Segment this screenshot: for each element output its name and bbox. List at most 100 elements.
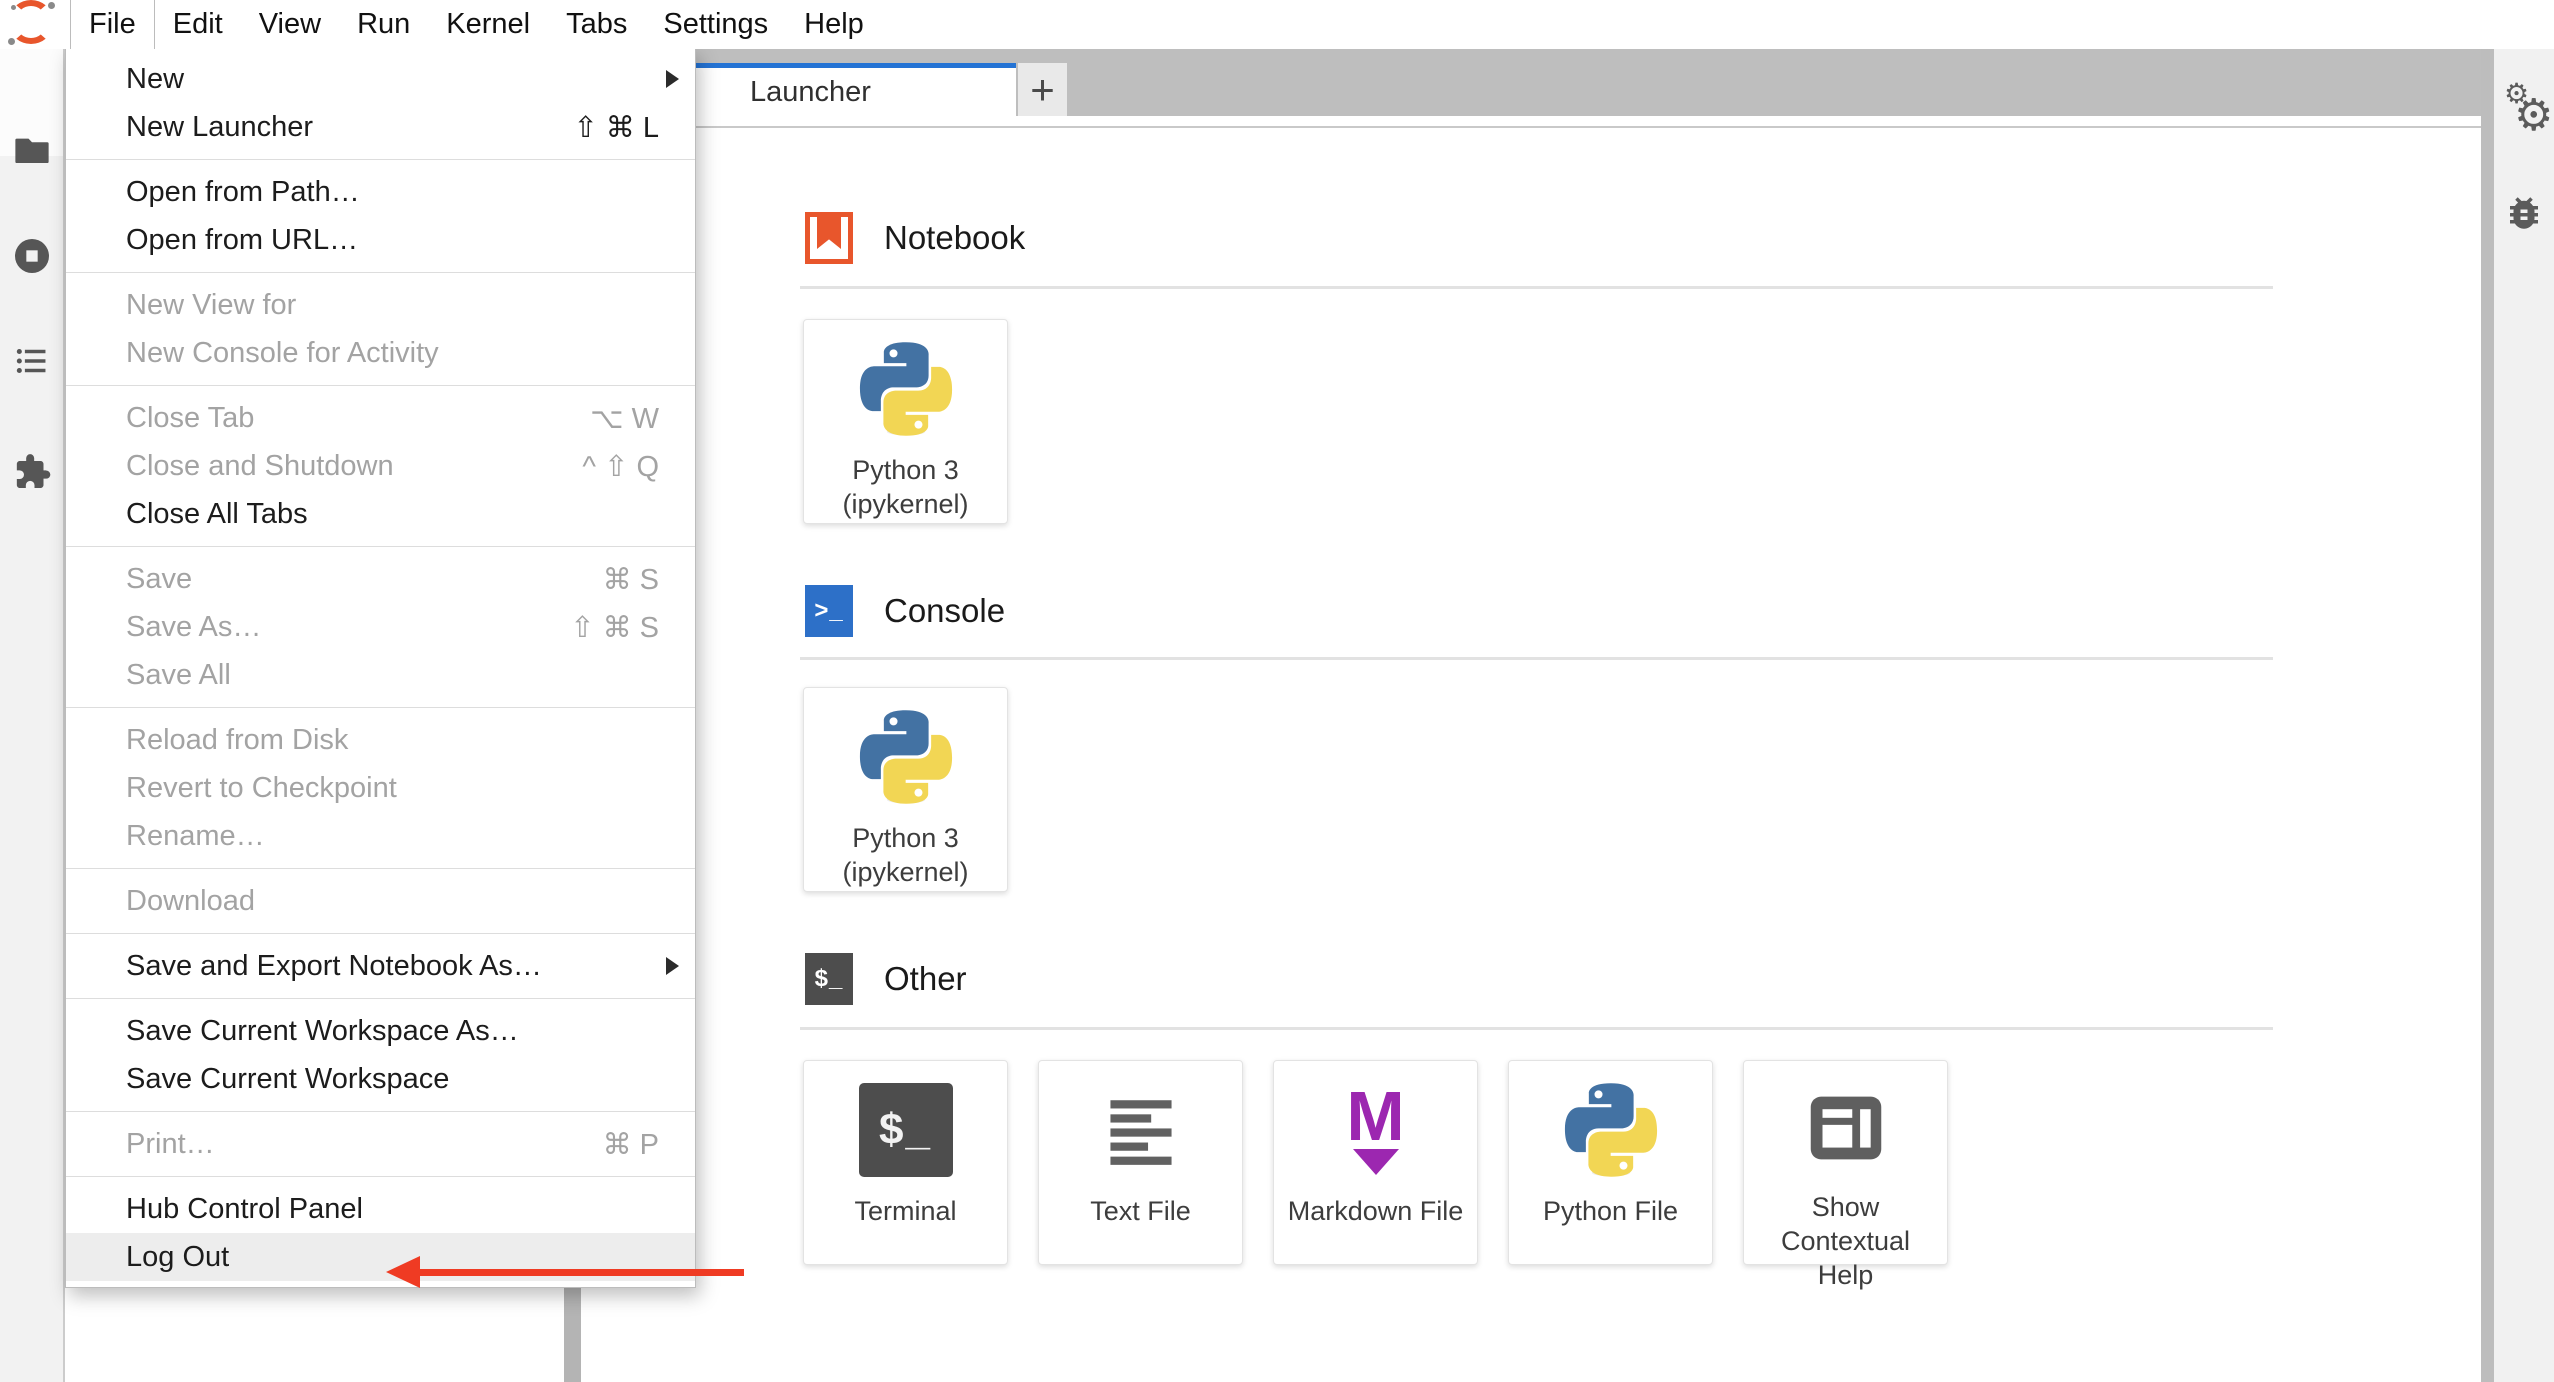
menu-item-close-tab[interactable]: Close Tab⌥ W: [66, 394, 695, 442]
running-kernels-icon: [12, 236, 52, 281]
menu-divider: [66, 272, 695, 273]
right-sidebar: ⚙⚙: [2494, 49, 2554, 1382]
other-icon: $_: [805, 953, 853, 1005]
menu-item-save-and-export-notebook-as[interactable]: Save and Export Notebook As…: [66, 942, 695, 990]
menu-item-open-from-url[interactable]: Open from URL…: [66, 216, 695, 264]
menu-divider: [66, 546, 695, 547]
menu-item-new[interactable]: New: [66, 55, 695, 103]
jupyter-logo-dot: [8, 38, 15, 45]
text-file-icon: [1094, 1081, 1188, 1179]
menu-item-label: Save Current Workspace: [126, 1063, 659, 1096]
sidebar-button-table-of-contents[interactable]: [0, 328, 63, 398]
launcher-card-python-file[interactable]: Python File: [1508, 1060, 1713, 1265]
launcher-card-label: Python 3 (ipykernel): [811, 822, 1001, 890]
menu-divider: [66, 868, 695, 869]
property-inspector-icon: ⚙⚙: [2496, 80, 2552, 140]
table-of-contents-icon: [13, 342, 51, 385]
launcher-card-python-3-ipykernel[interactable]: Python 3 (ipykernel): [803, 687, 1008, 892]
menu-item-label: Open from URL…: [126, 224, 659, 257]
menu-item-label: Hub Control Panel: [126, 1193, 659, 1226]
menu-item-label: Save All: [126, 659, 659, 692]
section-title-notebook: Notebook: [884, 218, 1025, 258]
menu-item-label: Save As…: [126, 611, 570, 644]
menu-item-new-launcher[interactable]: New Launcher⇧ ⌘ L: [66, 103, 695, 151]
tab-launcher-label: Launcher: [750, 76, 871, 109]
launcher-card-terminal[interactable]: $_Terminal: [803, 1060, 1008, 1265]
menu-item-label: New View for: [126, 289, 659, 322]
jupyter-logo-dot: [48, 2, 55, 9]
menubar-item-kernel[interactable]: Kernel: [428, 0, 548, 49]
submenu-arrow-icon: [666, 70, 679, 88]
menu-item-new-console-for-activity[interactable]: New Console for Activity: [66, 329, 695, 377]
menubar-item-help[interactable]: Help: [786, 0, 882, 49]
menu-divider: [66, 159, 695, 160]
menu-item-save-current-workspace[interactable]: Save Current Workspace: [66, 1055, 695, 1103]
sidebar-button-folder[interactable]: [0, 118, 63, 188]
menu-item-label: Download: [126, 885, 659, 918]
menu-item-close-and-shutdown[interactable]: Close and Shutdown^ ⇧ Q: [66, 442, 695, 490]
menu-item-print[interactable]: Print…⌘ P: [66, 1120, 695, 1168]
sidebar-button-debugger[interactable]: [2494, 180, 2554, 250]
menu-item-shortcut: ⌘ S: [603, 562, 659, 597]
menu-item-rename[interactable]: Rename…: [66, 812, 695, 860]
terminal-icon: $_: [859, 1081, 953, 1179]
menu-item-label: New Console for Activity: [126, 337, 659, 370]
section-divider: [800, 286, 2273, 289]
menubar-item-run[interactable]: Run: [339, 0, 428, 49]
menu-item-label: Close All Tabs: [126, 498, 659, 531]
sidebar-button-running-kernels[interactable]: [0, 223, 63, 293]
launcher-card-label: Text File: [1090, 1195, 1191, 1229]
menu-item-close-all-tabs[interactable]: Close All Tabs: [66, 490, 695, 538]
menu-item-shortcut: ⇧ ⌘ S: [570, 610, 659, 645]
folder-icon: [13, 132, 51, 175]
launcher-card-label: Python File: [1543, 1195, 1678, 1229]
section-divider: [800, 657, 2273, 660]
menubar: FileEditViewRunKernelTabsSettingsHelp: [0, 0, 2554, 49]
menu-item-open-from-path[interactable]: Open from Path…: [66, 168, 695, 216]
menu-item-label: Close and Shutdown: [126, 450, 582, 483]
menu-item-label: Save and Export Notebook As…: [126, 950, 659, 983]
submenu-arrow-icon: [666, 957, 679, 975]
menu-item-shortcut: ⌘ P: [603, 1127, 659, 1162]
left-sidebar: [0, 49, 65, 1382]
jupyter-logo: [0, 0, 70, 49]
annotation-arrow-head: [386, 1256, 420, 1288]
contextual-help-icon: [1799, 1081, 1893, 1175]
menu-item-hub-control-panel[interactable]: Hub Control Panel: [66, 1185, 695, 1233]
launcher-card-text-file[interactable]: Text File: [1038, 1060, 1243, 1265]
menu-item-revert-to-checkpoint[interactable]: Revert to Checkpoint: [66, 764, 695, 812]
launcher-card-markdown-file[interactable]: M Markdown File: [1273, 1060, 1478, 1265]
menu-item-save[interactable]: Save⌘ S: [66, 555, 695, 603]
launcher-card-label: Markdown File: [1288, 1195, 1464, 1229]
menu-item-save-current-workspace-as[interactable]: Save Current Workspace As…: [66, 1007, 695, 1055]
menu-item-reload-from-disk[interactable]: Reload from Disk: [66, 716, 695, 764]
menubar-item-file[interactable]: File: [70, 0, 155, 49]
menu-item-save-as[interactable]: Save As…⇧ ⌘ S: [66, 603, 695, 651]
menu-item-label: Reload from Disk: [126, 724, 659, 757]
menu-divider: [66, 1111, 695, 1112]
section-title-other: Other: [884, 959, 967, 999]
menu-item-label: Save: [126, 563, 603, 596]
menu-item-shortcut: ⌥ W: [590, 401, 659, 436]
sidebar-button-property-inspector[interactable]: ⚙⚙: [2494, 75, 2554, 145]
menubar-item-tabs[interactable]: Tabs: [548, 0, 645, 49]
new-tab-button[interactable]: +: [1018, 63, 1067, 116]
menu-item-new-view-for[interactable]: New View for: [66, 281, 695, 329]
markdown-icon: M: [1329, 1081, 1423, 1179]
menu-divider: [66, 385, 695, 386]
annotation-arrow-line: [408, 1269, 744, 1276]
menu-item-download[interactable]: Download: [66, 877, 695, 925]
menubar-item-view[interactable]: View: [241, 0, 339, 49]
launcher-card-label: Show Contextual Help: [1751, 1191, 1941, 1292]
menu-divider: [66, 1176, 695, 1177]
menubar-item-settings[interactable]: Settings: [645, 0, 786, 49]
menu-item-shortcut: ⇧ ⌘ L: [573, 110, 659, 145]
menu-divider: [66, 707, 695, 708]
launcher-card-python-3-ipykernel[interactable]: Python 3 (ipykernel): [803, 319, 1008, 524]
menubar-item-edit[interactable]: Edit: [155, 0, 241, 49]
menu-item-label: Revert to Checkpoint: [126, 772, 659, 805]
menu-item-save-all[interactable]: Save All: [66, 651, 695, 699]
sidebar-button-extensions[interactable]: [0, 439, 63, 509]
launcher-card-show-contextual-help[interactable]: Show Contextual Help: [1743, 1060, 1948, 1265]
menu-divider: [66, 998, 695, 999]
